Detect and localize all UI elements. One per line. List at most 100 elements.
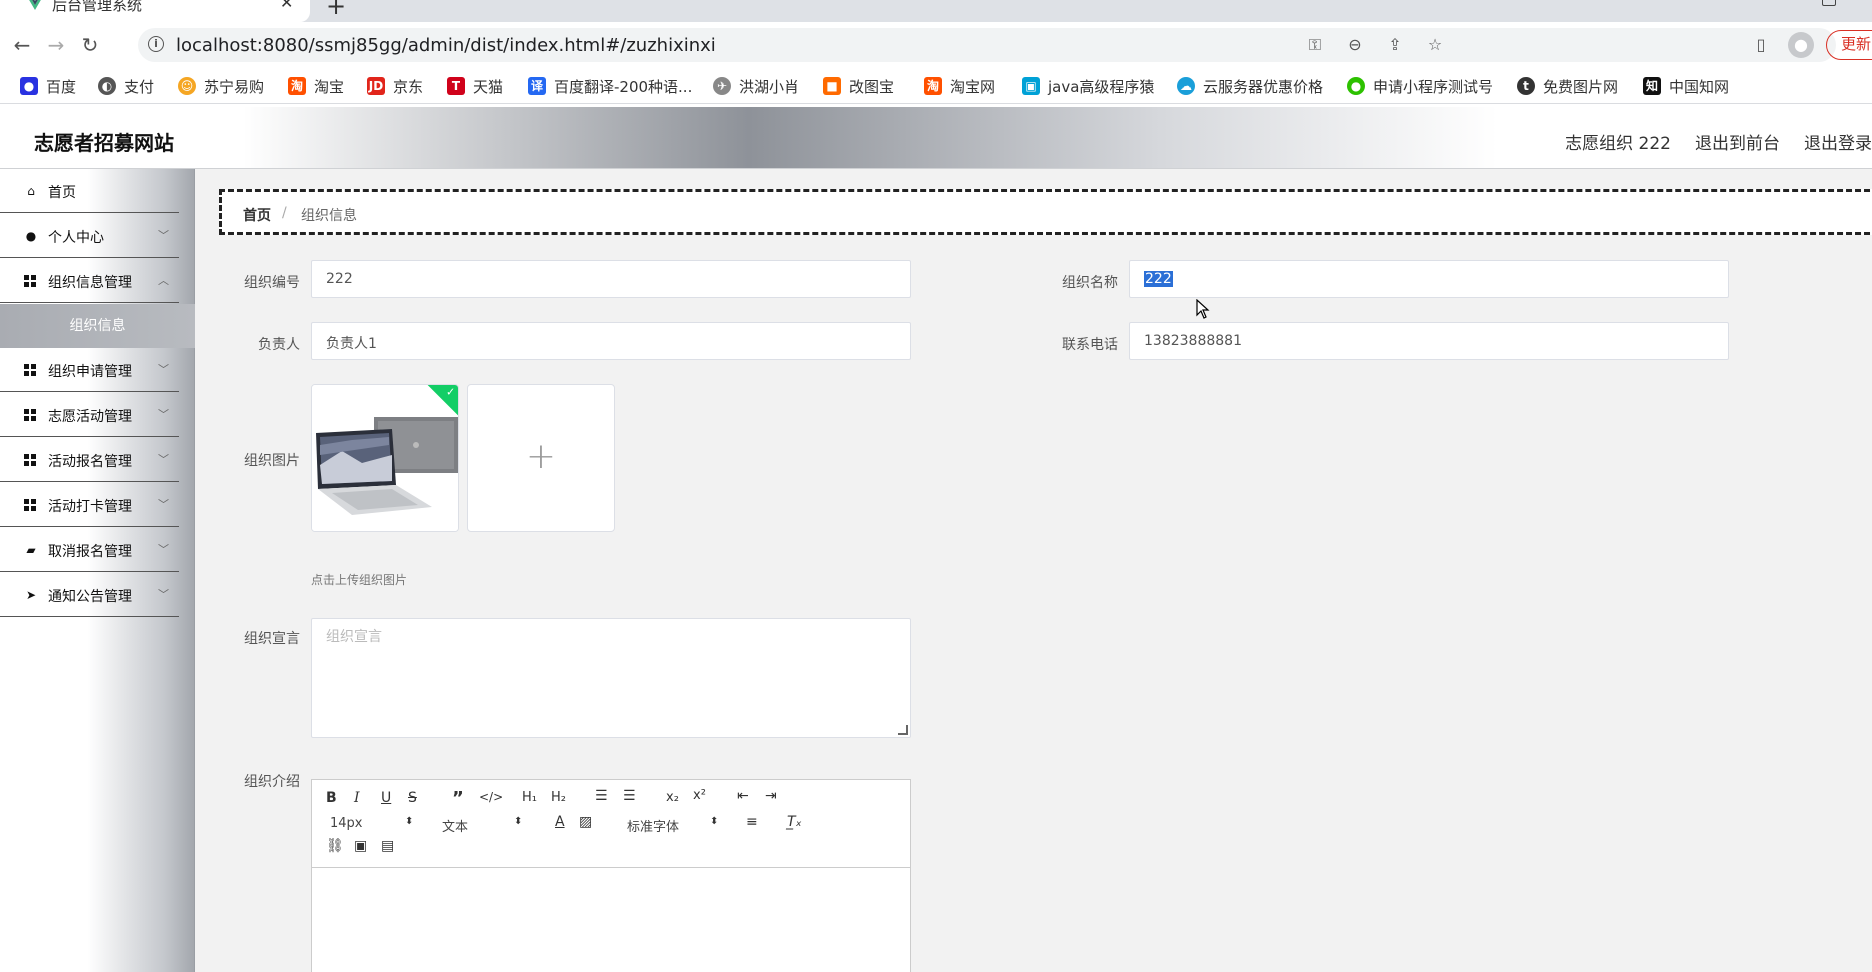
background-color-icon[interactable]: ▨: [579, 814, 592, 830]
align-icon[interactable]: ≡: [746, 814, 758, 830]
strike-icon[interactable]: S: [408, 790, 417, 806]
sidebar-subitem-org-info[interactable]: 组织信息: [0, 304, 195, 348]
resize-handle-icon[interactable]: [898, 725, 908, 735]
bookmark-item[interactable]: ◐ 支付: [98, 76, 154, 96]
breadcrumb-home[interactable]: 首页: [243, 205, 271, 225]
bookmark-item[interactable]: ● 申请小程序测试号: [1347, 76, 1493, 96]
leader-label: 负责人: [258, 337, 300, 353]
site-title: 志愿者招募网站: [34, 131, 174, 155]
bookmark-item[interactable]: 淘淘宝网: [924, 76, 995, 96]
heading2-icon[interactable]: H₂: [551, 790, 566, 805]
font-family-dropdown-icon[interactable]: ⬍: [710, 816, 718, 827]
bookmark-item[interactable]: ● 百度: [20, 76, 76, 96]
sidebar-item-org-info-management[interactable]: 组织信息管理 ︿: [0, 259, 179, 303]
back-icon[interactable]: ←: [8, 32, 36, 58]
logout-link[interactable]: 退出登录: [1804, 129, 1872, 154]
phone-input[interactable]: 13823888881: [1129, 322, 1729, 360]
code-icon[interactable]: </>: [479, 790, 503, 804]
header-type-dropdown-icon[interactable]: ⬍: [514, 816, 522, 827]
ordered-list-icon[interactable]: ☰: [595, 788, 608, 804]
grid-icon: [24, 275, 36, 287]
sidebar-item-home[interactable]: ⌂ 首页: [0, 169, 179, 213]
chevron-down-icon: ﹀: [158, 543, 169, 556]
sidebar-item-cancel-signup[interactable]: ▰ 取消报名管理 ﹀: [0, 528, 179, 572]
font-size-dropdown-icon[interactable]: ⬍: [405, 816, 413, 827]
reload-icon[interactable]: ↻: [76, 32, 104, 58]
close-tab-icon[interactable]: ✕: [280, 0, 293, 12]
profile-avatar-icon[interactable]: ●: [1788, 32, 1814, 58]
share-icon[interactable]: ⇪: [1384, 35, 1406, 55]
site-info-icon[interactable]: i: [148, 36, 164, 52]
header-type-select[interactable]: 文本: [442, 816, 468, 835]
slogan-textarea[interactable]: 组织宣言: [311, 618, 911, 738]
clear-format-icon[interactable]: T̲ₓ: [787, 814, 802, 830]
font-family-select[interactable]: 标准字体: [627, 816, 679, 835]
bookmark-item[interactable]: ✈ 洪湖小肖: [713, 76, 799, 96]
vue-logo-icon: [29, 0, 41, 10]
sidebar-item-volunteer-activity[interactable]: 志愿活动管理 ﹀: [0, 393, 179, 437]
leader-input[interactable]: 负责人1: [311, 322, 911, 360]
org-no-label: 组织编号: [244, 275, 300, 291]
image-icon[interactable]: ▣: [354, 838, 367, 854]
side-panel-icon[interactable]: ▯: [1748, 32, 1774, 58]
suning-icon: ☺: [178, 77, 196, 95]
phone-label: 联系电话: [1062, 337, 1118, 353]
sidebar-item-notice[interactable]: ➤ 通知公告管理 ﹀: [0, 573, 179, 617]
zoom-icon[interactable]: ⊖: [1344, 35, 1366, 55]
video-icon[interactable]: ▤: [381, 838, 394, 854]
bookmark-item[interactable]: JD 京东: [367, 76, 423, 96]
bold-icon[interactable]: B: [326, 790, 337, 806]
bookmark-item[interactable]: ☺ 苏宁易购: [178, 76, 264, 96]
org-no-input[interactable]: 222: [311, 260, 911, 298]
chevron-down-icon: ﹀: [158, 229, 169, 242]
sidebar-item-activity-signup[interactable]: 活动报名管理 ﹀: [0, 438, 179, 482]
intro-label: 组织介绍: [244, 774, 300, 790]
t-icon: t: [1517, 77, 1535, 95]
upload-add-button[interactable]: +: [467, 384, 615, 532]
font-size-select[interactable]: 14px: [330, 816, 363, 831]
link-icon[interactable]: ⛓: [326, 838, 344, 854]
url-text[interactable]: localhost:8080/ssmj85gg/admin/dist/index…: [176, 35, 716, 56]
heading1-icon[interactable]: H₁: [522, 790, 537, 805]
bullet-list-icon[interactable]: ☰: [623, 788, 636, 804]
sidebar-item-org-application[interactable]: 组织申请管理 ﹀: [0, 348, 179, 392]
browser-tab[interactable]: 后台管理系统 ✕: [0, 0, 310, 22]
bookmark-item[interactable]: 译百度翻译-200种语...: [528, 76, 692, 96]
font-color-icon[interactable]: A: [555, 814, 565, 830]
forward-icon[interactable]: →: [42, 32, 70, 58]
current-user-label: 志愿组织 222: [1565, 134, 1671, 154]
back-to-front-link[interactable]: 退出到前台: [1695, 129, 1780, 154]
underline-icon[interactable]: U: [381, 790, 391, 806]
outdent-icon[interactable]: ⇤: [737, 788, 749, 804]
superscript-icon[interactable]: x²: [693, 788, 706, 803]
sidebar-item-activity-checkin[interactable]: 活动打卡管理 ﹀: [0, 483, 179, 527]
bookmark-item[interactable]: 淘淘宝: [288, 76, 344, 96]
grid-icon: [24, 454, 36, 466]
address-bar[interactable]: i localhost:8080/ssmj85gg/admin/dist/ind…: [138, 28, 1836, 62]
chevron-down-icon: ﹀: [158, 588, 169, 601]
bookmark-item[interactable]: T 天猫: [447, 76, 503, 96]
bookmark-item[interactable]: t 免费图片网: [1517, 76, 1618, 96]
mouse-cursor-icon: [1196, 299, 1210, 319]
blockquote-icon[interactable]: ”: [452, 788, 464, 809]
bookmark-item[interactable]: 知中国知网: [1643, 76, 1729, 96]
subscript-icon[interactable]: x₂: [666, 790, 679, 805]
bookmark-item[interactable]: ☁ 云服务器优惠价格: [1177, 76, 1323, 96]
restore-window-icon[interactable]: [1822, 0, 1836, 6]
bookmark-item[interactable]: ■ 改图宝: [823, 76, 894, 96]
sidebar-item-personal-center[interactable]: ● 个人中心 ﹀: [0, 214, 179, 258]
key-icon[interactable]: ⚿: [1304, 35, 1326, 55]
italic-icon[interactable]: I: [354, 790, 360, 806]
indent-icon[interactable]: ⇥: [765, 788, 777, 804]
cloud-icon: ☁: [1177, 77, 1195, 95]
bookmark-item[interactable]: ▣ java高级程序猿: [1022, 76, 1154, 96]
bookmark-star-icon[interactable]: ☆: [1424, 35, 1446, 55]
uploaded-image-thumbnail[interactable]: ✓: [311, 384, 459, 532]
check-icon: ✓: [446, 385, 456, 399]
globe-icon: ◐: [98, 77, 116, 95]
tmall-icon: T: [447, 77, 465, 95]
org-name-input[interactable]: 222: [1129, 260, 1729, 298]
editor-toolbar: B I U S ” </> H₁ H₂ ☰ ☰ x₂ x² ⇤ ⇥ 14px ⬍…: [312, 780, 910, 868]
new-tab-icon[interactable]: +: [326, 0, 346, 20]
update-button[interactable]: 更新: [1826, 30, 1872, 60]
